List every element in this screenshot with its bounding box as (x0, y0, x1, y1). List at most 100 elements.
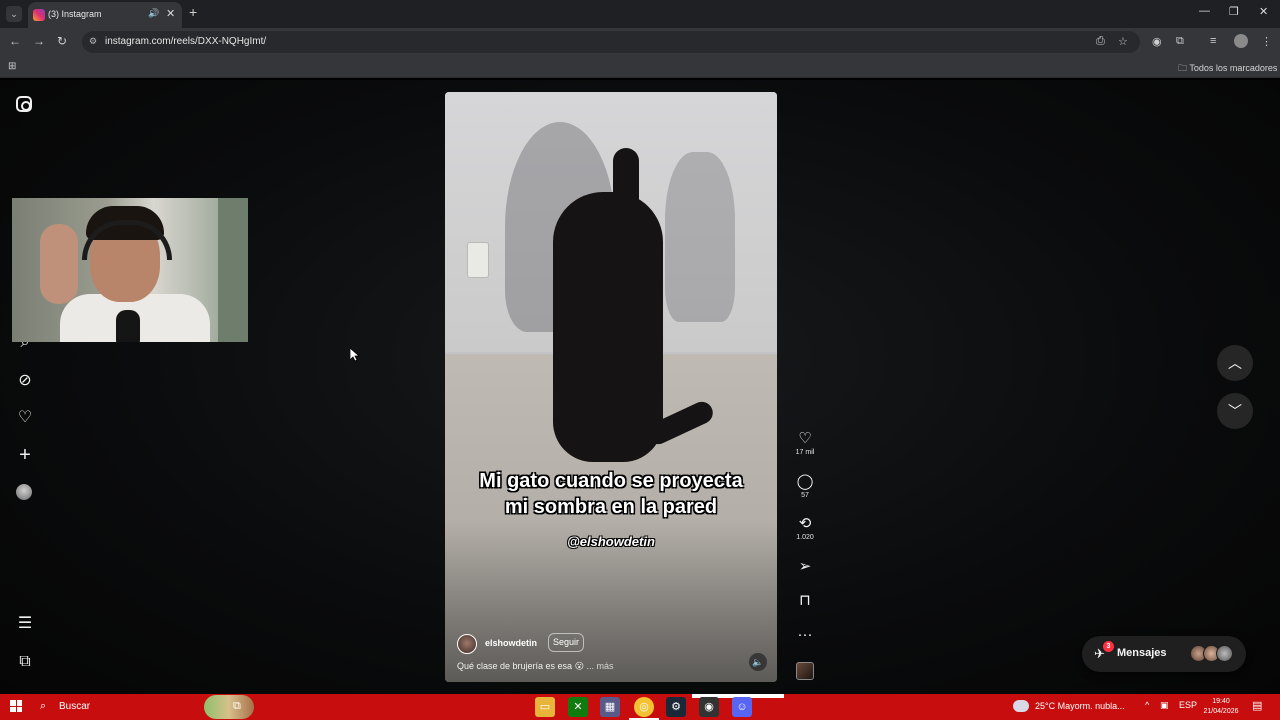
repost-count: 1.020 (796, 534, 814, 541)
more-options-button[interactable]: ··· (795, 626, 815, 644)
video-wall-outlet (467, 242, 489, 278)
avatar-icon[interactable] (16, 484, 32, 500)
messages-button[interactable]: ✈ 3 Mensajes (1082, 636, 1246, 672)
forward-button[interactable]: → (33, 34, 45, 48)
steam-icon[interactable]: ⚙ (666, 697, 686, 717)
repost-button[interactable]: ⟲ 1.020 (795, 515, 815, 541)
profile-avatar-icon[interactable] (1234, 34, 1248, 48)
caption-line-1: Mi gato cuando se proyecta (479, 470, 743, 492)
bookmark-star-icon[interactable]: ☆ (1118, 35, 1128, 48)
more-icon: ··· (797, 626, 813, 643)
previous-reel-button[interactable]: ︿ (1217, 345, 1253, 381)
audio-thumbnail[interactable] (796, 662, 814, 680)
site-info-icon[interactable]: ⚙ (89, 36, 97, 47)
compass-icon[interactable]: ⊘ (14, 370, 36, 392)
browser-tab-strip: ⌄ (3) Instagram 🔊 ✕ + — ❐ ✕ (0, 0, 1280, 28)
obs-icon[interactable]: ◉ (699, 697, 719, 717)
windows-start-icon[interactable] (10, 700, 22, 712)
file-explorer-icon[interactable]: ▭ (535, 697, 555, 717)
store-icon[interactable]: ▦ (600, 697, 620, 717)
browser-toolbar: ← → ↻ ⚙ instagram.com/reels/DXX-NQHgImt/… (0, 28, 1280, 56)
windows-taskbar: ⌕ Buscar ⧉ ▭ ✕ ▦ ◎ ⚙ ◉ ☺ 25°C Mayorm. nu… (0, 694, 1280, 720)
chrome-icon[interactable]: ◎ (634, 697, 654, 717)
comment-count: 57 (801, 492, 809, 499)
menu-icon[interactable]: ☰ (14, 613, 36, 635)
media-control-icon[interactable]: ≡ (1210, 35, 1216, 47)
webcam-overlay (12, 198, 248, 342)
comment-icon: ◯ (796, 473, 814, 490)
restore-button[interactable]: ❐ (1229, 5, 1239, 18)
weather-text[interactable]: 25°C Mayorm. nubla... (1035, 701, 1125, 711)
weather-cloud-icon[interactable] (1013, 700, 1029, 712)
webcam-background-panel (218, 198, 248, 342)
mouse-cursor-icon (350, 348, 360, 362)
follow-button[interactable]: Seguir (548, 633, 584, 652)
task-view-icon[interactable]: ⧉ (233, 700, 241, 713)
tab-close-button[interactable]: ✕ (166, 7, 175, 20)
clock[interactable]: 19:40 21/04/2026 (1196, 697, 1246, 717)
url-text[interactable]: instagram.com/reels/DXX-NQHgImt/ (105, 36, 266, 47)
grid-icon[interactable]: ⧉ (14, 651, 36, 673)
instagram-reels-page: ⌕ ⊘ ♡ + ☰ ⧉ Mi gato cuando se proyecta m… (0, 80, 1280, 694)
unread-badge: 3 (1103, 641, 1114, 652)
taskbar-search[interactable]: ⌕ Buscar (32, 694, 254, 720)
apps-grid-icon[interactable]: ⊞ (8, 61, 16, 72)
reload-button[interactable]: ↻ (57, 34, 67, 48)
tab-search-button[interactable]: ⌄ (6, 6, 22, 22)
address-bar[interactable]: ⚙ instagram.com/reels/DXX-NQHgImt/ ⎙ ☆ (82, 31, 1140, 53)
clock-date: 21/04/2026 (1203, 708, 1239, 715)
bookmarks-bar: ⊞ 🗀 Todos los marcadores (0, 56, 1280, 78)
install-app-icon[interactable]: ⎙ (1096, 35, 1105, 48)
share-button[interactable]: ➢ (795, 558, 815, 576)
tab-title: (3) Instagram (48, 9, 102, 19)
next-reel-button[interactable]: ﹀ (1217, 393, 1253, 429)
browser-tab-instagram[interactable]: (3) Instagram 🔊 ✕ (28, 2, 182, 28)
repost-icon: ⟲ (798, 515, 812, 532)
new-tab-button[interactable]: + (189, 5, 197, 19)
extension-icon[interactable]: ◉ (1152, 35, 1162, 48)
webcam-person-hand (40, 224, 78, 304)
extensions-puzzle-icon[interactable]: ⧉ (1176, 35, 1184, 48)
taskbar-search-placeholder: Buscar (59, 701, 91, 712)
instagram-icon[interactable] (16, 96, 32, 112)
all-bookmarks-folder[interactable]: 🗀 Todos los marcadores (1178, 61, 1277, 77)
more-link[interactable]: ... más (586, 661, 613, 671)
reel-description[interactable]: Qué clase de brujería es esa 😮 ... más (457, 661, 613, 672)
tray-overflow-icon[interactable]: ^ (1145, 700, 1149, 710)
video-shadow-hand (665, 152, 735, 322)
video-caption-overlay: Mi gato cuando se proyecta mi sombra en … (445, 468, 777, 520)
plus-icon[interactable]: + (14, 444, 36, 466)
contact-avatar (1216, 645, 1233, 662)
video-cat-body (553, 192, 663, 462)
tab-audio-icon[interactable]: 🔊 (148, 8, 159, 19)
all-bookmarks-label: Todos los marcadores (1189, 63, 1278, 73)
heart-icon: ♡ (798, 430, 812, 447)
like-count: 17 mil (795, 449, 815, 456)
back-button[interactable]: ← (9, 34, 21, 48)
discord-icon[interactable]: ☺ (732, 697, 752, 717)
save-button[interactable]: ⊓ (795, 592, 815, 610)
share-icon: ➢ (798, 558, 812, 575)
like-button[interactable]: ♡ 17 mil (795, 430, 815, 456)
author-avatar[interactable] (457, 634, 477, 654)
video-handle-overlay: @elshowdetin (567, 534, 655, 549)
comment-button[interactable]: ◯ 57 (795, 473, 815, 499)
reel-video[interactable]: Mi gato cuando se proyecta mi sombra en … (445, 92, 777, 682)
search-icon: ⌕ (40, 700, 47, 712)
language-indicator[interactable]: ESP (1179, 700, 1197, 710)
caption-line-2: mi sombra en la pared (504, 496, 718, 518)
heart-icon[interactable]: ♡ (14, 407, 36, 429)
minimize-button[interactable]: — (1199, 5, 1210, 17)
search-highlight-image (204, 695, 254, 719)
bookmark-icon: ⊓ (799, 592, 811, 609)
xbox-icon[interactable]: ✕ (568, 697, 588, 717)
notification-icon[interactable]: ▤ (1252, 699, 1262, 712)
messages-label: Mensajes (1117, 647, 1167, 659)
close-window-button[interactable]: ✕ (1259, 5, 1268, 18)
network-icon[interactable]: ▣ (1160, 700, 1169, 711)
mute-icon[interactable]: 🔈 (749, 653, 767, 671)
author-name-link[interactable]: elshowdetin (485, 638, 537, 648)
description-text: Qué clase de brujería es esa 😮 (457, 661, 584, 671)
browser-menu-icon[interactable]: ⋮ (1261, 35, 1272, 48)
microphone-icon (116, 310, 140, 342)
